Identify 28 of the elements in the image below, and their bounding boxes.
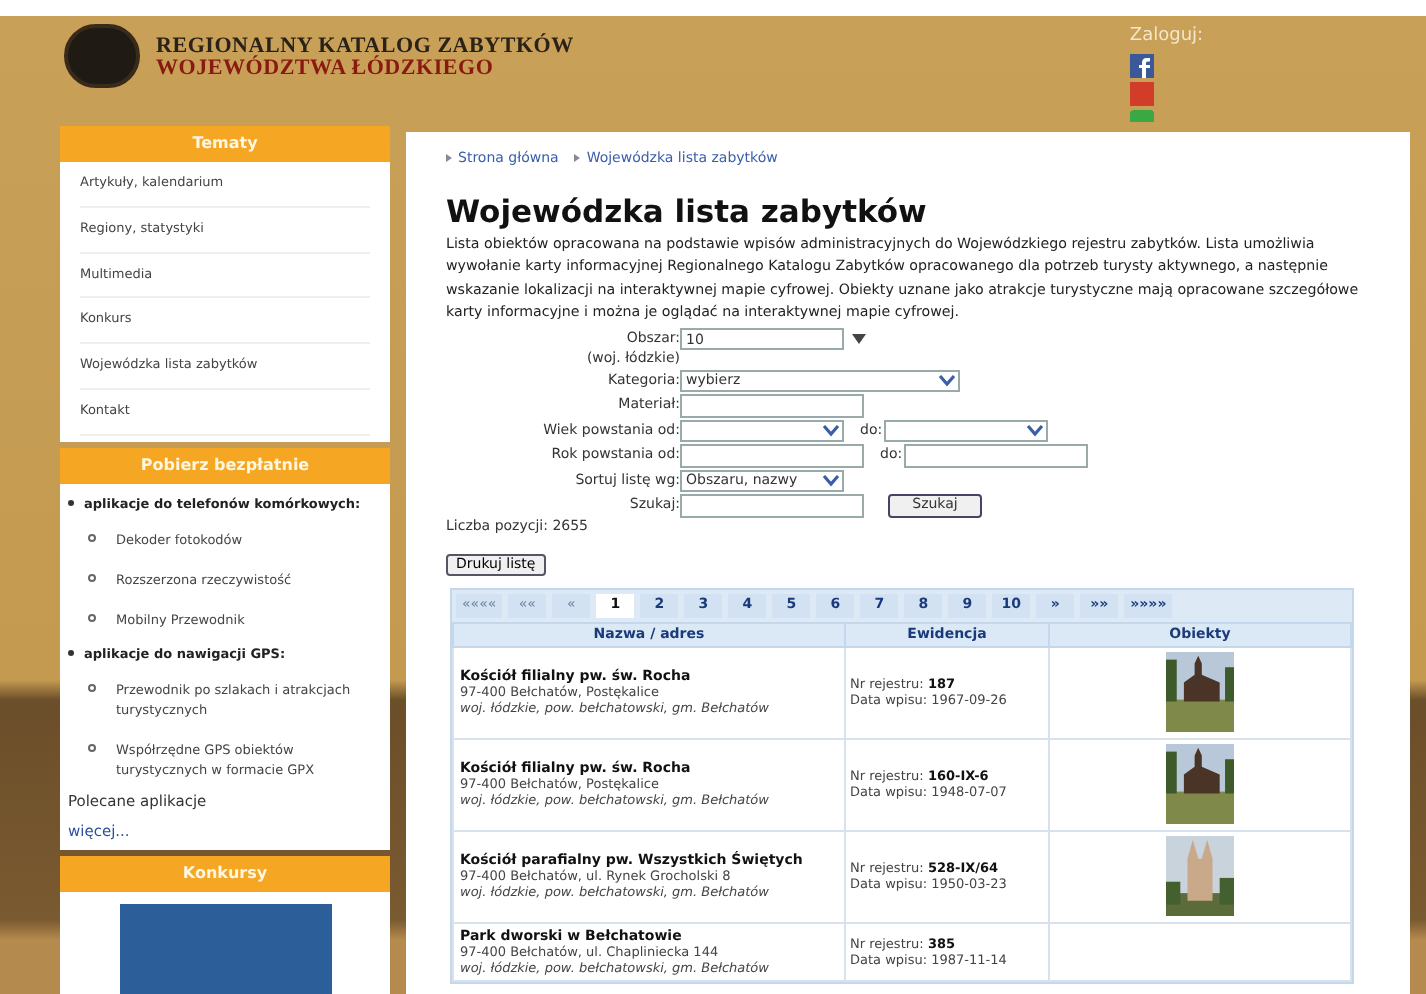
- circle-bullet-icon: [88, 743, 96, 751]
- chevron-icon: [574, 154, 581, 163]
- dropdown-field[interactable]: [884, 419, 1049, 442]
- circle-bullet-icon: [88, 683, 96, 691]
- page-heading: Wojewódzka lista zabytków: [446, 193, 929, 229]
- circle-bullet-icon: [88, 613, 96, 621]
- dropdown-field[interactable]: [680, 419, 844, 442]
- dropdown-arrow-icon[interactable]: [852, 333, 866, 344]
- login-label: Zaloguj:: [1129, 24, 1204, 50]
- text-field[interactable]: [904, 443, 1089, 468]
- panel-title: Pobierz bezpłatnie: [60, 447, 390, 483]
- panel-title: Konkursy: [60, 856, 390, 892]
- logo-icon: [64, 24, 140, 88]
- panel-title: Tematy: [60, 126, 390, 162]
- text-field[interactable]: [680, 493, 864, 518]
- text-field[interactable]: [680, 443, 864, 468]
- site-subtitle: WOJEWÓDZTWA ŁÓDZKIEGO: [156, 58, 496, 80]
- text-field[interactable]: [680, 393, 864, 418]
- twin-tower-church-photo: [1166, 836, 1234, 917]
- bullet-icon: [68, 499, 74, 505]
- circle-bullet-icon: [88, 573, 96, 581]
- chevron-icon: [446, 154, 452, 163]
- wooden-church-photo: [1166, 652, 1234, 733]
- site-title: REGIONALNY KATALOG ZABYTKÓW: [156, 36, 574, 58]
- facebook-icon[interactable]: [1129, 53, 1154, 77]
- wooden-church-photo: [1166, 744, 1234, 825]
- bullet-icon: [68, 649, 74, 655]
- circle-bullet-icon: [88, 533, 96, 541]
